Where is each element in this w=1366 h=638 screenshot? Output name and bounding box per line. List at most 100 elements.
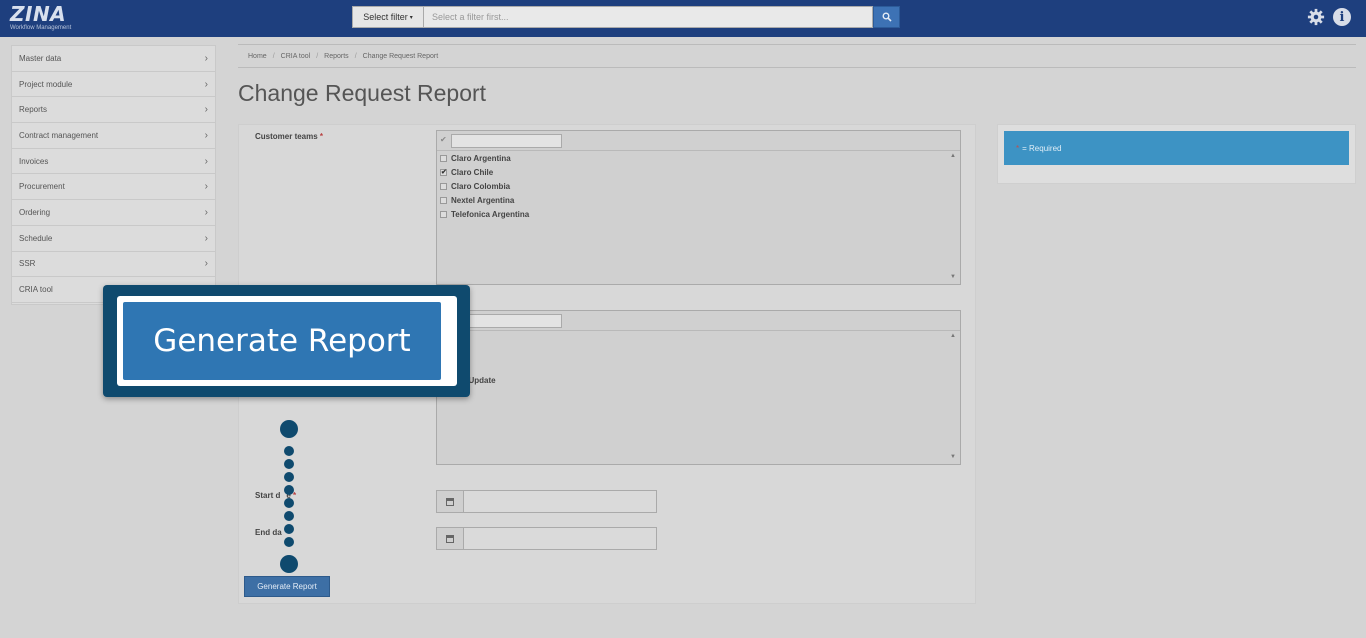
logo-subtitle: Workflow Management xyxy=(10,25,72,31)
sidebar-item-label: Ordering xyxy=(19,207,51,217)
sidebar-item-reports[interactable]: Reports › xyxy=(12,97,215,124)
breadcrumb-separator: / xyxy=(272,52,275,60)
select-filter-label: Select filter xyxy=(363,12,408,22)
multiselect-header xyxy=(437,311,960,331)
list-item[interactable]: Nextel Argentina xyxy=(437,193,960,207)
list-item-label: Claro Argentina xyxy=(451,153,511,163)
select-filter-dropdown[interactable]: Select filter ▾ xyxy=(352,6,424,28)
sidebar-item-label: Schedule xyxy=(19,233,53,243)
checkbox[interactable] xyxy=(440,210,447,218)
list-item[interactable]: ng xyxy=(437,359,960,373)
calendar-icon[interactable] xyxy=(436,490,464,513)
list-item-label: Claro Chile xyxy=(451,167,494,177)
end-date-picker[interactable] xyxy=(436,527,657,550)
search-button[interactable] xyxy=(873,6,900,28)
sidebar-nav: Master data › Project module › Reports › Co… xyxy=(11,45,216,305)
sidebar-item-project-module[interactable]: Project module › xyxy=(12,72,215,98)
scroll-up-icon[interactable]: ▲ xyxy=(950,333,956,339)
info-icon[interactable]: i xyxy=(1333,8,1351,26)
sidebar-item-label: Master data xyxy=(19,53,62,63)
list-item[interactable]: Claro Colombia xyxy=(437,179,960,193)
connector-dot xyxy=(284,524,294,534)
scroll-up-icon[interactable]: ▲ xyxy=(950,153,956,159)
select-all-checkmark-icon[interactable]: ✔ xyxy=(440,135,447,144)
sidebar-item-label: CRIA tool xyxy=(19,285,53,295)
checkbox[interactable] xyxy=(440,196,447,204)
chevron-right-icon: › xyxy=(204,155,208,167)
checkbox-checked[interactable]: ✔ xyxy=(440,168,447,176)
chevron-right-icon: › xyxy=(204,258,208,270)
top-navbar: ZINA Workflow Management Select filter ▾ … xyxy=(0,0,1366,37)
end-date-label: End da xyxy=(255,528,282,537)
chevron-right-icon: › xyxy=(204,129,208,141)
connector-dot xyxy=(284,446,294,456)
sidebar-item-label: SSR xyxy=(19,259,36,269)
chevron-right-icon: › xyxy=(204,181,208,193)
connector-dot xyxy=(284,485,294,495)
list-item-label: Claro Colombia xyxy=(451,181,511,191)
chevron-right-icon: › xyxy=(204,232,208,244)
breadcrumb-home[interactable]: Home xyxy=(248,53,267,60)
start-date-picker[interactable] xyxy=(436,490,657,513)
scroll-down-icon[interactable]: ▼ xyxy=(950,454,956,460)
chevron-right-icon: › xyxy=(204,52,208,64)
connector-dot-large xyxy=(280,420,298,438)
sidebar-item-ordering[interactable]: Ordering › xyxy=(12,200,215,226)
connector-dot xyxy=(284,459,294,469)
sidebar-item-procurement[interactable]: Procurement › xyxy=(12,174,215,201)
tutorial-callout: Generate Report xyxy=(103,285,470,397)
caret-down-icon: ▾ xyxy=(409,14,413,21)
required-legend: * = Required xyxy=(1004,131,1349,165)
connector-dot xyxy=(284,498,294,508)
list-item[interactable]: oved xyxy=(437,331,960,345)
breadcrumb-separator: / xyxy=(316,52,319,60)
breadcrumb-reports[interactable]: Reports xyxy=(324,53,349,60)
app-logo[interactable]: ZINA Workflow Management xyxy=(10,4,71,32)
gear-icon[interactable] xyxy=(1307,8,1325,26)
list-item[interactable]: ✔ Claro Chile xyxy=(437,165,960,179)
info-panel: * = Required xyxy=(997,124,1356,184)
customer-teams-list: Claro Argentina ✔ Claro Chile Claro Colom… xyxy=(437,151,960,284)
list-item[interactable]: ng IPM Update xyxy=(437,373,960,387)
customer-teams-label-text: Customer teams xyxy=(255,132,318,141)
sidebar-item-label: Reports xyxy=(19,105,48,115)
sidebar-item-label: Procurement xyxy=(19,182,65,192)
chevron-right-icon: › xyxy=(204,206,208,218)
logo-text: ZINA xyxy=(10,2,67,26)
list-item[interactable]: Telefonica Argentina xyxy=(437,207,960,221)
list-item[interactable]: tted xyxy=(437,345,960,359)
breadcrumb: Home / CRIA tool / Reports / Change Requ… xyxy=(238,44,1356,68)
multiselect-header: ✔ xyxy=(437,131,960,151)
list-item[interactable]: Claro Argentina xyxy=(437,151,960,165)
checkbox[interactable] xyxy=(440,182,447,190)
sidebar-item-label: Contract management xyxy=(19,130,99,140)
list-item-label: Nextel Argentina xyxy=(451,195,515,205)
callout-generate-report-button[interactable]: Generate Report xyxy=(123,302,441,380)
calendar-glyph xyxy=(446,497,454,506)
sidebar-item-label: Project module xyxy=(19,79,73,89)
sidebar-item-label: Invoices xyxy=(19,156,49,166)
status-multiselect[interactable]: oved tted ng ng IPM Update ▲ ▼ xyxy=(436,310,961,465)
status-list: oved tted ng ng IPM Update ▲ ▼ xyxy=(437,331,960,464)
chevron-right-icon: › xyxy=(204,78,208,90)
sidebar-item-ssr[interactable]: SSR › xyxy=(12,252,215,278)
chevron-right-icon: › xyxy=(204,104,208,116)
page-title: Change Request Report xyxy=(238,80,487,106)
multiselect-filter-input[interactable] xyxy=(451,134,562,148)
sidebar-item-schedule[interactable]: Schedule › xyxy=(12,226,215,252)
start-date-input[interactable] xyxy=(464,490,657,513)
checkbox[interactable] xyxy=(440,154,447,162)
filter-search-input[interactable]: Select a filter first... xyxy=(424,6,873,28)
sidebar-item-master-data[interactable]: Master data › xyxy=(12,46,215,72)
scroll-down-icon[interactable]: ▼ xyxy=(950,274,956,280)
sidebar-item-invoices[interactable]: Invoices › xyxy=(12,149,215,175)
end-date-input[interactable] xyxy=(464,527,657,550)
sidebar-item-contract-management[interactable]: Contract management › xyxy=(12,123,215,149)
required-marker: * xyxy=(319,132,324,141)
customer-teams-multiselect[interactable]: ✔ Claro Argentina ✔ Claro Chile Claro Col… xyxy=(436,130,961,285)
list-item-label: Telefonica Argentina xyxy=(451,209,530,219)
breadcrumb-cria-tool[interactable]: CRIA tool xyxy=(281,53,311,60)
calendar-icon[interactable] xyxy=(436,527,464,550)
generate-report-button[interactable]: Generate Report xyxy=(244,576,330,597)
customer-teams-label: Customer teams * xyxy=(255,132,323,141)
